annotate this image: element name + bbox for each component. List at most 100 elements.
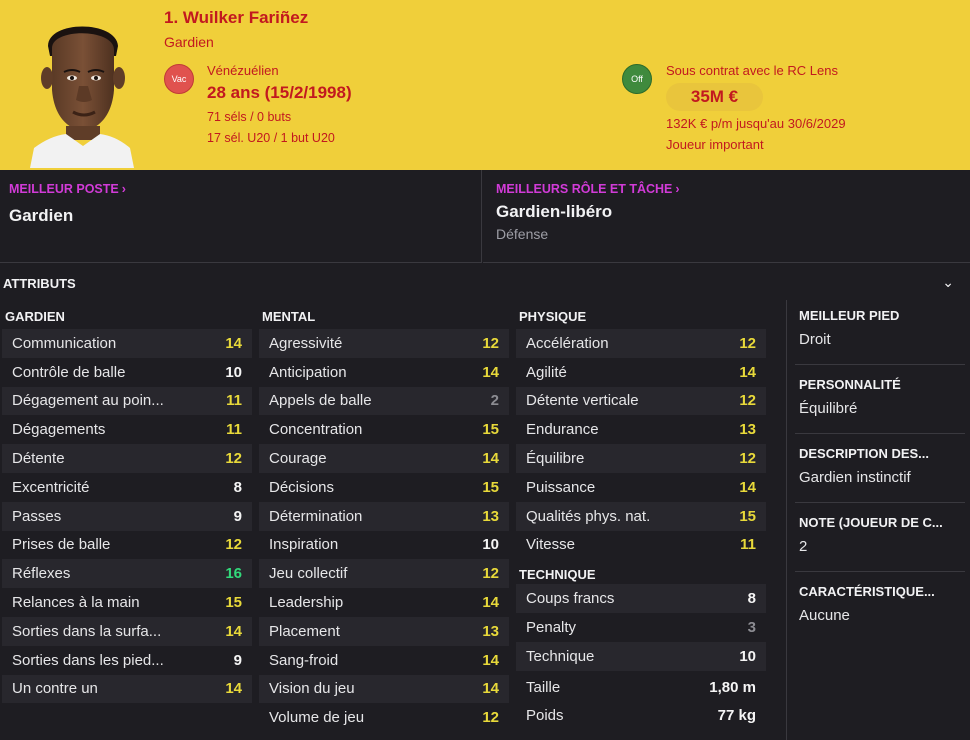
attribute-row[interactable]: Un contre un 14 xyxy=(2,674,252,704)
attribute-row[interactable]: Agressivité 12 xyxy=(259,329,509,358)
player-traits: CARACTÉRISTIQUE... Aucune xyxy=(799,584,967,624)
divider xyxy=(795,433,965,434)
height-label: Taille xyxy=(526,679,561,697)
attribute-label: Détente xyxy=(12,450,65,468)
attribute-row[interactable]: Dégagement au poin... 11 xyxy=(2,386,252,416)
attribute-row[interactable]: Volume de jeu 12 xyxy=(259,703,509,732)
attribute-value: 12 xyxy=(739,392,756,410)
attribute-value: 8 xyxy=(747,590,756,608)
attribute-label: Sorties dans les pied... xyxy=(12,651,164,669)
nationality: Vénézuélien xyxy=(207,63,279,78)
attribute-row[interactable]: Placement 13 xyxy=(259,616,509,646)
attribute-row[interactable]: Endurance 13 xyxy=(516,415,766,444)
attribute-row[interactable]: Jeu collectif 12 xyxy=(259,559,509,589)
attribute-value: 14 xyxy=(739,363,756,381)
attribute-row[interactable]: Communication 14 xyxy=(2,329,252,358)
attribute-label: Courage xyxy=(269,450,327,468)
attribute-value: 13 xyxy=(482,507,499,525)
divider xyxy=(795,364,965,365)
player-value: 35M € xyxy=(666,83,763,111)
personality-title: PERSONNALITÉ xyxy=(799,377,901,392)
attribute-row[interactable]: Coups francs 8 xyxy=(516,584,766,614)
attribute-value: 13 xyxy=(482,622,499,640)
attribute-label: Dégagement au poin... xyxy=(12,392,164,410)
attribute-value: 12 xyxy=(225,536,242,554)
attribute-row[interactable]: Inspiration 10 xyxy=(259,531,509,560)
attribute-value: 15 xyxy=(482,478,499,496)
player-header: 1. Wuilker Fariñez Gardien Vac Vénézuéli… xyxy=(0,0,970,170)
attribute-label: Contrôle de balle xyxy=(12,363,126,381)
attribute-row[interactable]: Technique 10 xyxy=(516,641,766,671)
attribute-row[interactable]: Relances à la main 15 xyxy=(2,588,252,617)
attribute-row[interactable]: Agilité 14 xyxy=(516,358,766,387)
attribute-row[interactable]: Contrôle de balle 10 xyxy=(2,358,252,387)
attribute-row[interactable]: Leadership 14 xyxy=(259,588,509,617)
attribute-row[interactable]: Passes 9 xyxy=(2,501,252,531)
attribute-row[interactable]: Sorties dans les pied... 9 xyxy=(2,646,252,675)
attribute-label: Un contre un xyxy=(12,680,98,698)
best-position-panel: MEILLEUR POSTE › Gardien xyxy=(0,170,482,263)
attribute-value: 16 xyxy=(225,565,242,583)
divider xyxy=(795,502,965,503)
best-role-duty: Défense xyxy=(496,226,549,242)
attribute-value: 15 xyxy=(482,421,499,439)
attribute-label: Coups francs xyxy=(526,590,615,608)
off-badge[interactable]: Off xyxy=(622,64,652,94)
attribute-row[interactable]: Sang-froid 14 xyxy=(259,646,509,675)
attribute-label: Endurance xyxy=(526,421,599,439)
player-position: Gardien xyxy=(164,34,214,50)
best-role-link[interactable]: MEILLEURS RÔLE ET TÂCHE › xyxy=(496,182,680,196)
attribute-row[interactable]: Accélération 12 xyxy=(516,329,766,358)
attribute-value: 2 xyxy=(490,392,499,410)
attribute-row[interactable]: Courage 14 xyxy=(259,444,509,473)
attribute-row[interactable]: Qualités phys. nat. 15 xyxy=(516,501,766,531)
attributes-header[interactable]: ATTRIBUTS ⌄ xyxy=(0,274,970,294)
attribute-row[interactable]: Penalty 3 xyxy=(516,613,766,642)
attribute-value: 12 xyxy=(225,450,242,468)
preferred-foot-value: Droit xyxy=(799,331,831,348)
player-name: 1. Wuilker Fariñez xyxy=(164,8,309,27)
vacation-badge[interactable]: Vac xyxy=(164,64,194,94)
attribute-label: Inspiration xyxy=(269,536,339,554)
attribute-row[interactable]: Concentration 15 xyxy=(259,415,509,444)
goalkeeping-column: GARDIEN Communication 14 Contrôle de balle… xyxy=(2,307,252,704)
goalkeeping-title: GARDIEN xyxy=(5,309,65,324)
attribute-value: 12 xyxy=(482,709,499,727)
attribute-row[interactable]: Équilibre 12 xyxy=(516,444,766,473)
attribute-row[interactable]: Détermination 13 xyxy=(259,501,509,531)
attribute-row[interactable]: Excentricité 8 xyxy=(2,473,252,502)
attribute-row[interactable]: Puissance 14 xyxy=(516,473,766,502)
attribute-row[interactable]: Détente verticale 12 xyxy=(516,386,766,416)
attribute-row[interactable]: Dégagements 11 xyxy=(2,415,252,444)
player-age: 28 ans (15/2/1998) xyxy=(207,83,352,102)
media-description: DESCRIPTION DES... Gardien instinctif xyxy=(799,446,967,486)
attribute-row[interactable]: Sorties dans la surfa... 14 xyxy=(2,616,252,646)
chevron-down-icon[interactable]: ⌄ xyxy=(942,274,954,291)
attribute-label: Relances à la main xyxy=(12,594,140,612)
attribute-value: 9 xyxy=(233,651,242,669)
attribute-label: Technique xyxy=(526,647,595,665)
attribute-row[interactable]: Vitesse 11 xyxy=(516,531,766,560)
attribute-label: Équilibre xyxy=(526,450,585,468)
attribute-row[interactable]: Décisions 15 xyxy=(259,473,509,502)
attribute-label: Passes xyxy=(12,507,62,525)
attribute-row[interactable]: Détente 12 xyxy=(2,444,252,473)
attribute-value: 12 xyxy=(482,334,499,352)
best-role-title: MEILLEURS RÔLE ET TÂCHE xyxy=(496,182,673,196)
attribute-row[interactable]: Réflexes 16 xyxy=(2,559,252,589)
best-position-link[interactable]: MEILLEUR POSTE › xyxy=(9,182,126,196)
personality: PERSONNALITÉ Équilibré xyxy=(799,377,967,417)
squad-status: Joueur important xyxy=(666,137,764,152)
attribute-row[interactable]: Prises de balle 12 xyxy=(2,531,252,560)
attribute-value: 14 xyxy=(482,651,499,669)
attribute-value: 11 xyxy=(740,536,756,554)
player-rating-value: 2 xyxy=(799,538,808,555)
attribute-row[interactable]: Vision du jeu 14 xyxy=(259,674,509,704)
player-traits-title: CARACTÉRISTIQUE... xyxy=(799,584,935,599)
attribute-label: Communication xyxy=(12,334,117,352)
contract-club[interactable]: Sous contrat avec le RC Lens xyxy=(666,63,838,78)
preferred-foot: MEILLEUR PIED Droit xyxy=(799,308,967,348)
attribute-row[interactable]: Appels de balle 2 xyxy=(259,386,509,416)
attribute-row[interactable]: Anticipation 14 xyxy=(259,358,509,387)
divider xyxy=(786,300,787,740)
